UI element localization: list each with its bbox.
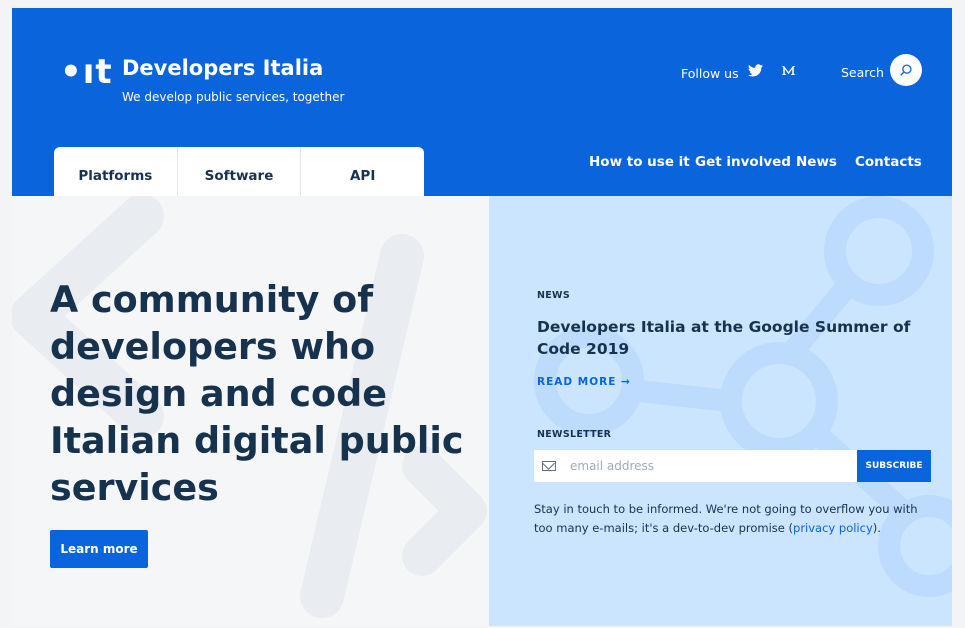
email-icon: [542, 461, 556, 471]
follow-us-label: Follow us: [681, 66, 739, 81]
site-header: •ıt Developers Italia We develop public …: [12, 8, 952, 205]
search-button[interactable]: [890, 54, 922, 86]
medium-icon[interactable]: [781, 64, 796, 81]
site-title[interactable]: Developers Italia: [122, 55, 323, 81]
nav-contacts[interactable]: Contacts: [855, 154, 922, 170]
newsletter-section-label: NEWSLETTER: [537, 429, 612, 440]
privacy-policy-link[interactable]: privacy policy: [793, 521, 873, 535]
site-logo[interactable]: •ıt: [60, 52, 113, 92]
twitter-icon[interactable]: [748, 64, 763, 81]
news-newsletter-panel: NEWS Developers Italia at the Google Sum…: [489, 196, 952, 626]
newsletter-note: Stay in touch to be informed. We're not …: [534, 500, 924, 538]
network-decoration: [534, 196, 952, 597]
hero-section: A community of developers who design and…: [12, 196, 489, 626]
site-subtitle: We develop public services, together: [122, 90, 345, 104]
email-field[interactable]: [568, 458, 832, 474]
read-more-link[interactable]: READ MORE →: [537, 376, 631, 388]
news-headline[interactable]: Developers Italia at the Google Summer o…: [537, 316, 917, 360]
news-section-label: NEWS: [537, 290, 570, 301]
nav-how-to-use-it[interactable]: How to use it: [589, 154, 690, 170]
nav-news[interactable]: News: [796, 154, 837, 170]
learn-more-button[interactable]: Learn more: [50, 530, 148, 568]
search-label[interactable]: Search: [841, 65, 884, 80]
email-field-wrapper: [534, 450, 857, 482]
page-frame: •ıt Developers Italia We develop public …: [12, 8, 952, 626]
hero-headline: A community of developers who design and…: [50, 278, 464, 509]
subscribe-button[interactable]: SUBSCRIBE: [857, 450, 931, 482]
search-icon: [900, 64, 912, 76]
newsletter-note-end: ).: [872, 521, 881, 535]
nav-get-involved[interactable]: Get involved: [695, 154, 791, 170]
